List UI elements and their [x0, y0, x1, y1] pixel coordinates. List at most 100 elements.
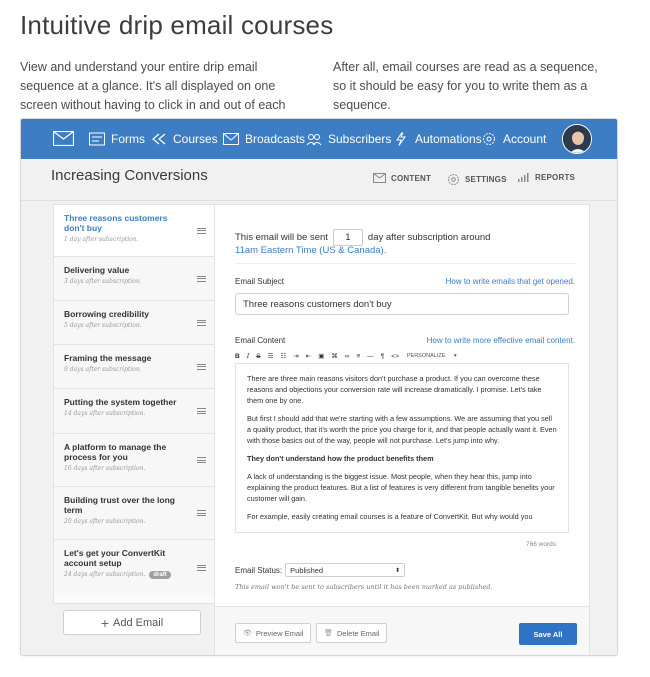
tab-reports[interactable]: REPORTS	[518, 173, 575, 182]
nav-account-label: Account	[503, 132, 547, 146]
body-paragraph: A lack of understanding is the biggest i…	[247, 472, 555, 503]
email-delay: 1 day after subscription.	[64, 236, 139, 243]
nav-subscribers[interactable]: Subscribers	[306, 119, 391, 159]
email-name: Framing the message	[64, 353, 152, 363]
email-name: Three reasons customers don't buy	[64, 213, 168, 233]
broadcast-icon	[223, 133, 239, 145]
email-delay: 16 days after subscription.	[64, 465, 146, 472]
email-name: Building trust over the long term	[64, 495, 175, 515]
email-name: Putting the system together	[64, 397, 177, 407]
course-title: Increasing Conversions	[51, 167, 208, 184]
align-icon[interactable]: ≡	[356, 353, 360, 360]
list-item[interactable]: Borrowing credibility 5 days after subsc…	[54, 301, 214, 345]
status-note: This email won't be sent to subscribers …	[235, 583, 493, 591]
intro-right: After all, email courses are read as a s…	[333, 60, 598, 112]
delete-email-button[interactable]: 🗑 Delete Email	[316, 623, 388, 643]
avatar[interactable]	[562, 124, 592, 154]
link-icon[interactable]: ∞	[345, 353, 350, 360]
subject-help-link[interactable]: How to write emails that get opened.	[446, 277, 575, 286]
envelope-icon	[373, 173, 386, 183]
drag-handle-icon[interactable]	[197, 564, 206, 571]
status-label: Email Status:	[235, 565, 283, 575]
personalize-label: PERSONALIZE	[406, 353, 446, 359]
subject-input[interactable]: Three reasons customers don't buy	[235, 293, 569, 315]
delete-label: Delete Email	[336, 628, 380, 638]
preview-email-button[interactable]: 👁 Preview Email	[235, 623, 312, 643]
email-body-editor[interactable]: There are three main reasons visitors do…	[235, 363, 569, 533]
schedule-text-after: day after subscription around	[367, 232, 491, 243]
email-delay: 24 days after subscription. draft	[64, 571, 188, 579]
horizontal-rule-icon[interactable]: —	[367, 353, 374, 360]
strikethrough-button[interactable]: S	[256, 353, 260, 360]
email-name: Delivering value	[64, 265, 130, 275]
list-item[interactable]: Let's get your ConvertKit account setup …	[54, 540, 214, 595]
drag-handle-icon[interactable]	[197, 510, 206, 516]
app-window: Forms Courses Broadcasts Subscribers Aut…	[20, 118, 618, 656]
attachment-icon[interactable]: ⌘	[331, 352, 338, 360]
email-sequence-list: Three reasons customers don't buy 1 day …	[53, 204, 214, 604]
status-select[interactable]: Published ⬍	[285, 563, 406, 577]
courses-icon	[152, 133, 166, 145]
avatar-image	[563, 125, 591, 153]
subject-label: Email Subject	[235, 277, 284, 286]
body-heading: They don't understand how the product be…	[247, 454, 434, 463]
list-item[interactable]: Framing the message 9 days after subscri…	[54, 345, 214, 389]
drag-handle-icon[interactable]	[197, 457, 206, 463]
list-item[interactable]: Building trust over the long term 20 day…	[54, 487, 214, 540]
email-delay: 20 days after subscription.	[64, 518, 146, 525]
tab-content-label: CONTENT	[391, 173, 432, 183]
body-paragraph: For example, easily creating email cours…	[247, 512, 533, 521]
nav-broadcasts[interactable]: Broadcasts	[223, 119, 305, 159]
tab-settings[interactable]: SETTINGS	[447, 173, 507, 186]
nav-courses[interactable]: Courses	[151, 119, 218, 159]
bold-button[interactable]: B	[235, 353, 240, 360]
email-delay: 14 days after subscription.	[64, 410, 146, 417]
bar-chart-icon	[518, 173, 529, 182]
lightning-icon	[396, 132, 406, 146]
page-title: Intuitive drip email courses	[20, 10, 334, 40]
email-editor: This email will be sent 1 day after subs…	[214, 204, 590, 655]
email-delay: 3 days after subscription.	[64, 278, 142, 285]
time-zone-link[interactable]: 11am Eastern Time (US & Canada).	[235, 245, 386, 256]
drag-handle-icon[interactable]	[197, 319, 206, 326]
editor-footer: 👁 Preview Email 🗑 Delete Email Save All	[215, 606, 589, 655]
schedule-text-before: This email will be sent	[235, 232, 328, 243]
nav-subscribers-label: Subscribers	[328, 132, 392, 146]
italic-button[interactable]: I	[247, 352, 250, 360]
drag-handle-icon[interactable]	[197, 227, 206, 234]
list-item[interactable]: Delivering value 3 days after subscripti…	[54, 257, 214, 301]
numbered-list-icon[interactable]: ☷	[280, 352, 286, 360]
save-all-button[interactable]: Save All	[519, 623, 577, 645]
plus-icon: +	[100, 614, 110, 631]
draft-badge: draft	[149, 571, 171, 579]
nav-forms-label: Forms	[111, 132, 145, 146]
drag-handle-icon[interactable]	[197, 363, 206, 370]
nav-forms[interactable]: Forms	[89, 119, 145, 159]
tab-settings-label: SETTINGS	[465, 175, 507, 184]
personalize-dropdown[interactable]: PERSONALIZE ▾	[407, 353, 464, 359]
list-item[interactable]: A platform to manage the process for you…	[54, 434, 214, 487]
status-row: Email Status: Published ⬍	[235, 563, 406, 577]
nav-automations[interactable]: Automations	[393, 119, 482, 159]
outdent-icon[interactable]: ⇤	[306, 352, 311, 360]
email-name: Let's get your ConvertKit account setup	[64, 548, 166, 568]
code-icon[interactable]: <>	[391, 353, 399, 360]
image-icon[interactable]: ▣	[318, 352, 324, 360]
days-input[interactable]: 1	[332, 229, 363, 246]
chevron-down-icon: ▾	[453, 353, 457, 359]
schedule-row: This email will be sent 1 day after subs…	[235, 229, 490, 246]
drag-handle-icon[interactable]	[197, 275, 206, 282]
paragraph-icon[interactable]: ¶	[381, 353, 385, 360]
trash-icon: 🗑	[324, 630, 333, 637]
gear-icon	[483, 133, 495, 145]
nav-account[interactable]: Account	[481, 119, 546, 159]
add-email-button[interactable]: + Add Email	[63, 610, 201, 635]
tab-content[interactable]: CONTENT	[373, 173, 431, 183]
drag-handle-icon[interactable]	[197, 408, 206, 414]
list-item[interactable]: Three reasons customers don't buy 1 day …	[54, 205, 214, 257]
content-help-link[interactable]: How to write more effective email conten…	[427, 336, 575, 345]
mail-logo-icon[interactable]	[53, 131, 74, 146]
list-item[interactable]: Putting the system together 14 days afte…	[54, 389, 214, 434]
indent-icon[interactable]: ⇥	[293, 352, 298, 360]
bullet-list-icon[interactable]: ☰	[268, 352, 274, 360]
